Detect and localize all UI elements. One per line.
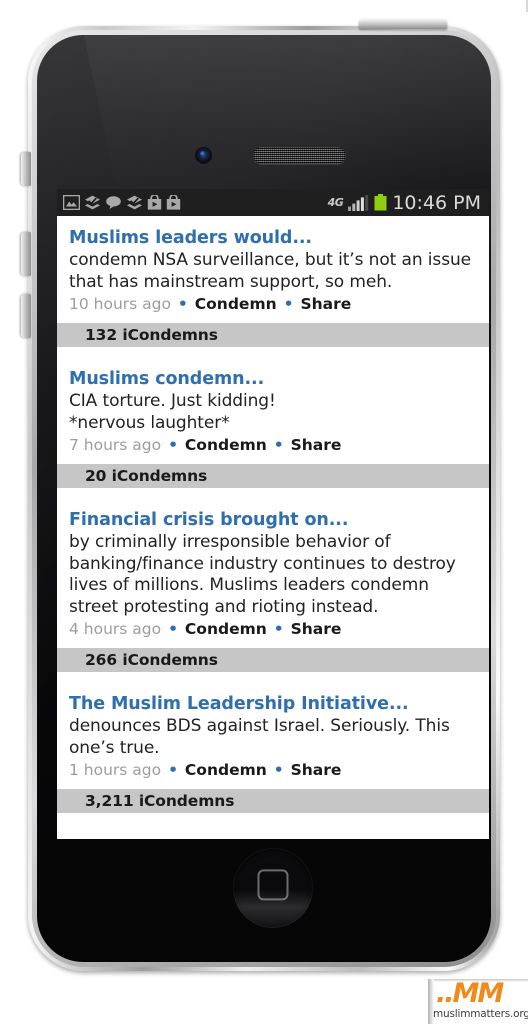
feed-post[interactable]: The Muslim Leadership Initiative... denou… xyxy=(57,682,489,813)
ring-silent-switch[interactable] xyxy=(21,152,31,186)
post-body: Financial crisis brought on... by crimina… xyxy=(57,498,489,642)
feed-post[interactable]: Financial crisis brought on... by crimina… xyxy=(57,498,489,672)
double-check-icon-2 xyxy=(127,195,142,210)
post-separator xyxy=(57,347,489,357)
meta-separator-dot: • xyxy=(168,620,178,638)
condemn-link[interactable]: Condemn xyxy=(185,436,267,454)
condemn-count-bar[interactable]: 132 iCondemns xyxy=(57,323,489,347)
feed-post[interactable]: Muslims condemn... CIA torture. Just kidd… xyxy=(57,357,489,488)
phone-screen: 4G 10:46 PM Muslims leaders would... con… xyxy=(57,189,489,839)
volume-down-button[interactable] xyxy=(21,294,31,338)
post-meta: 4 hours ago • Condemn • Share xyxy=(69,619,477,640)
post-headline[interactable]: The Muslim Leadership Initiative... xyxy=(69,694,477,715)
condemn-count-label: 3,211 iCondemns xyxy=(85,792,235,810)
play-store-bag-icon xyxy=(147,195,162,210)
condemn-link[interactable]: Condemn xyxy=(185,761,267,779)
condemn-link[interactable]: Condemn xyxy=(195,295,277,313)
home-button[interactable] xyxy=(233,848,313,928)
share-link[interactable]: Share xyxy=(291,436,342,454)
front-camera-icon xyxy=(195,147,212,164)
post-text: denounces BDS against Israel. Seriously.… xyxy=(69,716,450,758)
meta-separator-dot: • xyxy=(273,436,284,454)
post-headline[interactable]: Muslims condemn... xyxy=(69,369,477,390)
post-body: Muslims leaders would... condemn NSA surv… xyxy=(57,216,489,317)
network-type-label: 4G xyxy=(327,196,344,209)
share-link[interactable]: Share xyxy=(291,620,342,638)
condemn-count-bar[interactable]: 3,211 iCondemns xyxy=(57,789,489,813)
condemn-link[interactable]: Condemn xyxy=(185,620,267,638)
post-timestamp: 4 hours ago xyxy=(69,620,162,638)
site-watermark: ..MM muslimmatters.org xyxy=(428,979,528,1024)
status-bar-system-indicators: 4G 10:46 PM xyxy=(328,192,482,214)
condemn-count-bar[interactable]: 266 iCondemns xyxy=(57,648,489,672)
post-timestamp: 7 hours ago xyxy=(69,436,162,454)
meta-separator-dot: • xyxy=(283,295,294,313)
post-timestamp: 1 hours ago xyxy=(69,761,162,779)
post-separator xyxy=(57,672,489,682)
meta-separator-dot: • xyxy=(273,761,284,779)
post-text: CIA torture. Just kidding! *nervous laugh… xyxy=(69,391,276,433)
post-body: Muslims condemn... CIA torture. Just kidd… xyxy=(57,357,489,458)
status-bar: 4G 10:46 PM xyxy=(57,189,489,216)
double-check-icon xyxy=(85,195,100,210)
meta-separator-dot: • xyxy=(168,761,178,779)
watermark-url: muslimmatters.org xyxy=(433,1008,528,1020)
post-headline[interactable]: Financial crisis brought on... xyxy=(69,510,477,531)
muslimmatters-logo: ..MM xyxy=(436,979,504,1009)
device-front-face: 4G 10:46 PM Muslims leaders would... con… xyxy=(37,35,491,962)
status-bar-clock: 10:46 PM xyxy=(392,191,481,214)
status-bar-notification-icons xyxy=(63,195,181,210)
post-meta: 7 hours ago • Condemn • Share xyxy=(69,435,477,456)
news-feed-list: Muslims leaders would... condemn NSA surv… xyxy=(57,216,489,813)
post-timestamp: 10 hours ago xyxy=(69,295,171,313)
post-headline[interactable]: Muslims leaders would... xyxy=(69,228,477,249)
post-separator xyxy=(57,488,489,498)
post-meta: 1 hours ago • Condemn • Share xyxy=(69,760,477,781)
condemn-count-label: 132 iCondemns xyxy=(85,326,218,344)
phone-device: 4G 10:46 PM Muslims leaders would... con… xyxy=(21,19,500,971)
volume-up-button[interactable] xyxy=(21,232,31,276)
meta-separator-dot: • xyxy=(168,436,178,454)
screenshot-icon xyxy=(63,195,80,210)
meta-separator-dot: • xyxy=(273,620,284,638)
message-bubble-icon xyxy=(106,196,121,209)
condemn-count-label: 266 iCondemns xyxy=(85,651,218,669)
post-body: The Muslim Leadership Initiative... denou… xyxy=(57,682,489,783)
share-link[interactable]: Share xyxy=(300,295,351,313)
home-square-icon xyxy=(257,869,289,901)
earpiece-speaker-grille xyxy=(253,147,346,164)
share-link[interactable]: Share xyxy=(291,761,342,779)
post-text: condemn NSA surveillance, but it’s not a… xyxy=(69,250,471,292)
meta-separator-dot: • xyxy=(177,295,188,313)
condemn-count-bar[interactable]: 20 iCondemns xyxy=(57,464,489,488)
post-meta: 10 hours ago • Condemn • Share xyxy=(69,294,477,315)
feed-post[interactable]: Muslims leaders would... condemn NSA surv… xyxy=(57,216,489,347)
battery-icon xyxy=(374,194,387,211)
power-button[interactable] xyxy=(359,19,447,29)
condemn-count-label: 20 iCondemns xyxy=(85,467,208,485)
signal-strength-icon xyxy=(348,194,369,211)
post-text: by criminally irresponsible behavior of … xyxy=(69,532,456,617)
play-store-bag-icon-2 xyxy=(166,195,181,210)
